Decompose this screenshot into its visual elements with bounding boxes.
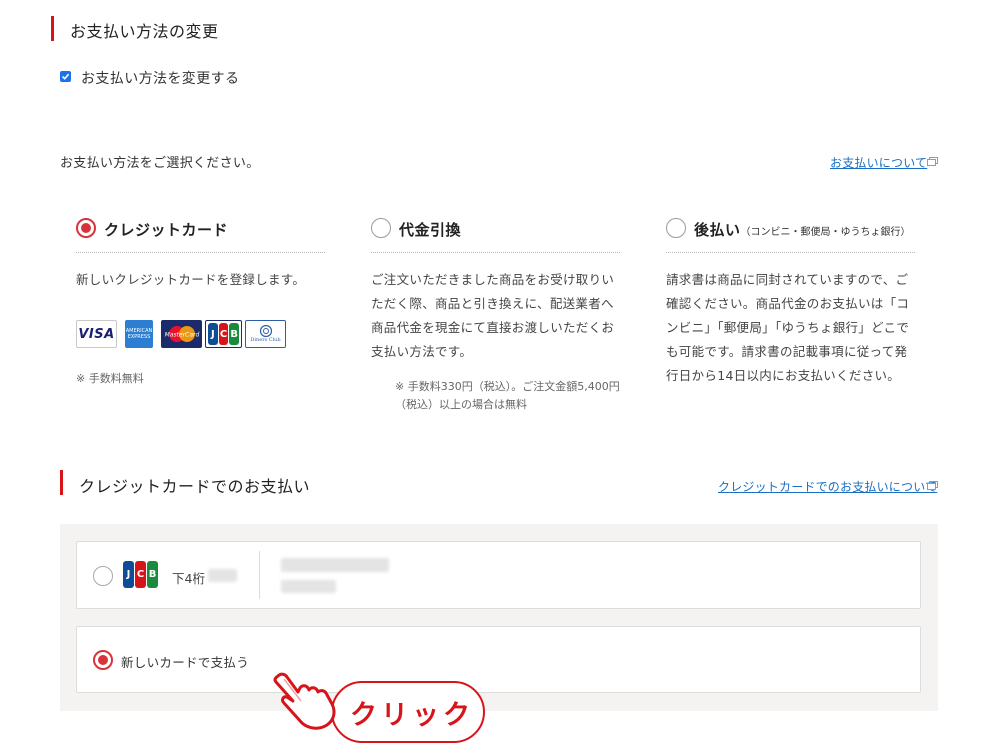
fee-note-credit-card: ※ 手数料無料 (76, 372, 144, 385)
radio-saved-card[interactable] (93, 566, 113, 586)
change-payment-label[interactable]: お支払い方法を変更する (81, 68, 239, 88)
masked-card-expiry (281, 580, 336, 593)
amex-logo: AMERICAN EXPRESS (125, 320, 153, 348)
option-desc-deferred-payment: 請求書は商品に同封されていますので、ご確認ください。商品代金のお支払いは「コンビ… (666, 272, 910, 383)
change-payment-checkbox[interactable] (60, 71, 71, 82)
option-desc-cash-on-delivery: ご注文いただきました商品をお受け取りいただく際、商品と引き換えに、配送業者へ商品… (371, 272, 615, 359)
option-divider (76, 252, 325, 253)
radio-credit-card[interactable] (76, 218, 96, 238)
option-desc-credit-card: 新しいクレジットカードを登録します。 (76, 272, 306, 287)
check-icon (61, 73, 70, 80)
section-title-credit-card-payment: クレジットカードでのお支払い (79, 477, 311, 496)
radio-deferred-payment[interactable] (666, 218, 686, 238)
payment-help-link[interactable]: お支払いについて (830, 154, 927, 171)
masked-card-holder (281, 558, 389, 572)
external-window-icon (927, 157, 938, 166)
select-instruction: お支払い方法をご選択ください。 (60, 156, 260, 171)
hand-pointer-icon (273, 672, 336, 730)
visa-logo: VISA (76, 320, 117, 348)
diners-club-logo: Diners Club (245, 320, 286, 348)
jcb-logo: J C B (123, 561, 159, 588)
section-accent-bar (60, 470, 63, 495)
credit-card-help-link[interactable]: クレジットカードでのお支払いについて (718, 478, 937, 495)
radio-cash-on-delivery[interactable] (371, 218, 391, 238)
row-divider (259, 551, 260, 599)
external-window-icon (927, 481, 938, 490)
option-title-credit-card[interactable]: クレジットカード (104, 219, 228, 240)
jcb-logo: J C B (205, 320, 242, 348)
fee-note-cash-on-delivery: ※ 手数料330円（税込）。ご注文金額5,400円（税込）以上の場合は無料 (395, 380, 620, 411)
option-divider (371, 252, 620, 253)
radio-new-card[interactable] (93, 650, 113, 670)
option-divider (666, 252, 915, 253)
masked-last4 (208, 569, 237, 582)
option-subtitle-deferred: （コンビニ・郵便局・ゆうちょ銀行） (740, 227, 911, 238)
new-card-label[interactable]: 新しいカードで支払う (121, 652, 249, 671)
section-title-payment-change: お支払い方法の変更 (70, 22, 219, 41)
section-accent-bar (51, 16, 54, 41)
option-title-deferred-payment[interactable]: 後払い（コンビニ・郵便局・ゆうちょ銀行） (694, 219, 911, 240)
click-callout-text: クリック (350, 700, 474, 731)
option-title-cash-on-delivery[interactable]: 代金引換 (399, 219, 461, 240)
mastercard-logo: MasterCard (161, 320, 202, 348)
svg-text:MasterCard: MasterCard (164, 332, 199, 339)
option-title-deferred-label: 後払い (694, 221, 741, 239)
card-last4-label: 下4桁 (172, 571, 205, 586)
